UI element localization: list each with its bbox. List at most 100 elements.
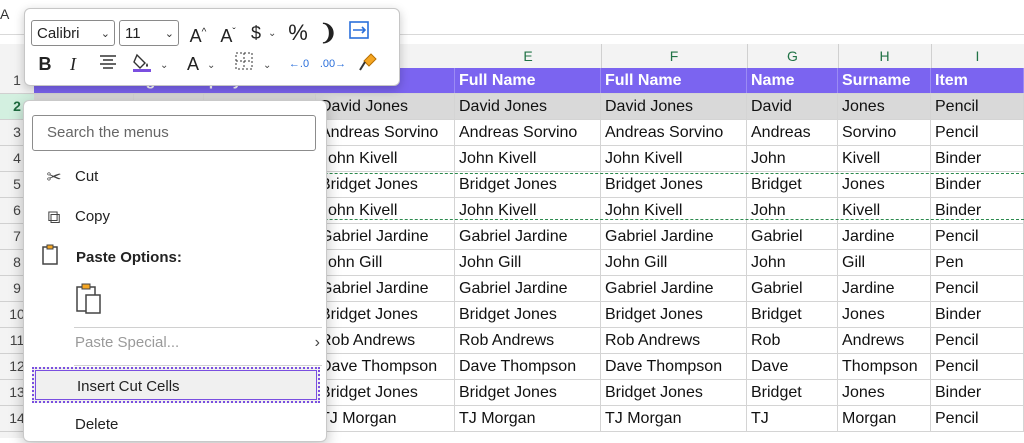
cell[interactable]: David [747, 94, 838, 119]
header-cell-full-name[interactable]: Full Name [601, 68, 747, 93]
cell[interactable]: Gill [838, 250, 931, 275]
cell[interactable]: David Jones [601, 94, 747, 119]
cell[interactable]: Rob [747, 328, 838, 353]
fill-color-icon[interactable] [129, 51, 155, 77]
cell[interactable]: Gabriel Jardine [601, 224, 747, 249]
font-size-dropdown[interactable]: 11 ⌄ [119, 20, 179, 46]
cell[interactable]: Bridget Jones [601, 302, 747, 327]
cell[interactable]: Binder [931, 146, 1024, 171]
font-name-dropdown[interactable]: Calibri ⌄ [31, 20, 115, 46]
percent-button[interactable]: % [285, 20, 311, 46]
cell[interactable]: Bridget Jones [316, 172, 455, 197]
cell[interactable]: Rob Andrews [316, 328, 455, 353]
cell[interactable]: Andreas [747, 120, 838, 145]
decrease-decimal-icon[interactable]: .00→ [319, 51, 347, 77]
cell[interactable]: John Kivell [455, 146, 601, 171]
cell[interactable]: Bridget [747, 302, 838, 327]
cell[interactable]: Bridget Jones [455, 302, 601, 327]
header-cell-item[interactable]: Item [931, 68, 1024, 93]
cell[interactable]: John [747, 146, 838, 171]
cell[interactable]: Gabriel Jardine [316, 276, 455, 301]
cell[interactable]: Rob Andrews [601, 328, 747, 353]
cell[interactable]: Pencil [931, 94, 1024, 119]
cell[interactable]: Andreas Sorvino [601, 120, 747, 145]
increase-font-size-button[interactable]: A^ [185, 20, 211, 46]
cell[interactable]: Sorvino [838, 120, 931, 145]
font-color-button[interactable]: A [181, 51, 205, 77]
increase-decimal-icon[interactable]: ←.0 [285, 51, 313, 77]
chevron-down-icon[interactable]: ⌄ [160, 60, 168, 71]
cell[interactable]: Pencil [931, 120, 1024, 145]
column-header-f[interactable]: F [601, 44, 748, 68]
cell[interactable]: Thompson [838, 354, 931, 379]
cell[interactable]: Jardine [838, 224, 931, 249]
column-header-h[interactable]: H [838, 44, 932, 68]
decrease-font-size-button[interactable]: Aˇ [215, 20, 241, 46]
header-cell-surname[interactable]: Surname [838, 68, 931, 93]
cell[interactable]: Pencil [931, 276, 1024, 301]
menu-item-copy[interactable]: ⧉ Copy [32, 199, 320, 235]
header-cell-full-name[interactable]: Full Name [455, 68, 601, 93]
column-header-i[interactable]: I [931, 44, 1024, 68]
cell[interactable]: Dave Thompson [455, 354, 601, 379]
cell-full-name[interactable]: David Jones [316, 94, 455, 119]
cell[interactable]: Binder [931, 172, 1024, 197]
cell[interactable]: John Gill [601, 250, 747, 275]
search-menus-input[interactable]: Search the menus [32, 115, 316, 151]
cell[interactable]: TJ [747, 406, 838, 431]
cell[interactable]: Bridget Jones [601, 380, 747, 405]
column-header-e[interactable]: E [455, 44, 602, 68]
chevron-down-icon[interactable]: ⌄ [263, 60, 271, 71]
cell[interactable]: Andreas Sorvino [455, 120, 601, 145]
cell[interactable]: Pencil [931, 328, 1024, 353]
cell[interactable]: Gabriel Jardine [316, 224, 455, 249]
cell[interactable]: TJ Morgan [455, 406, 601, 431]
menu-item-paste-special[interactable]: Paste Special... › [32, 325, 320, 361]
comma-style-button[interactable]: ❩ [319, 20, 337, 46]
align-center-icon[interactable] [95, 51, 121, 77]
cell[interactable]: Bridget Jones [455, 380, 601, 405]
cell[interactable]: Dave [747, 354, 838, 379]
cell[interactable]: Binder [931, 302, 1024, 327]
cell[interactable]: Bridget [747, 380, 838, 405]
italic-button[interactable]: I [61, 51, 85, 77]
cell[interactable]: Gabriel [747, 276, 838, 301]
cell[interactable]: Jones [838, 380, 931, 405]
cell[interactable]: David Jones [455, 94, 601, 119]
bold-button[interactable]: B [33, 51, 57, 77]
cell[interactable]: John Gill [455, 250, 601, 275]
cell[interactable]: Gabriel Jardine [455, 276, 601, 301]
cell[interactable]: Andreas Sorvino [316, 120, 455, 145]
cell[interactable]: Bridget Jones [316, 302, 455, 327]
cell[interactable]: Dave Thompson [601, 354, 747, 379]
borders-icon[interactable] [231, 51, 257, 77]
cell[interactable]: John [747, 250, 838, 275]
cell[interactable]: TJ Morgan [601, 406, 747, 431]
cell[interactable]: Morgan [838, 406, 931, 431]
cell[interactable]: Bridget Jones [316, 380, 455, 405]
chevron-down-icon[interactable]: ⌄ [268, 28, 276, 39]
cell[interactable]: Andrews [838, 328, 931, 353]
cell[interactable]: Pencil [931, 406, 1024, 431]
cell[interactable]: Rob Andrews [455, 328, 601, 353]
cell[interactable]: Dave Thompson [316, 354, 455, 379]
cell[interactable]: Kivell [838, 146, 931, 171]
cell[interactable]: Bridget Jones [455, 172, 601, 197]
cell[interactable]: Pencil [931, 224, 1024, 249]
wrap-text-icon[interactable] [345, 20, 373, 46]
header-cell-name[interactable]: Name [747, 68, 838, 93]
cell[interactable]: TJ Morgan [316, 406, 455, 431]
cell[interactable]: Gabriel Jardine [601, 276, 747, 301]
cell[interactable]: Jones [838, 302, 931, 327]
cell[interactable]: Jones [838, 172, 931, 197]
cell[interactable]: Bridget [747, 172, 838, 197]
cell[interactable]: Pen [931, 250, 1024, 275]
menu-item-insert-cut-cells[interactable]: Insert Cut Cells [32, 367, 320, 403]
cell[interactable]: John Kivell [316, 146, 455, 171]
cell[interactable]: Pencil [931, 354, 1024, 379]
menu-item-cut[interactable]: ✂ Cut [32, 159, 320, 195]
chevron-down-icon[interactable]: ⌄ [207, 60, 215, 71]
cell[interactable]: Jardine [838, 276, 931, 301]
cell[interactable]: Gabriel Jardine [455, 224, 601, 249]
name-box[interactable]: A [0, 6, 26, 28]
